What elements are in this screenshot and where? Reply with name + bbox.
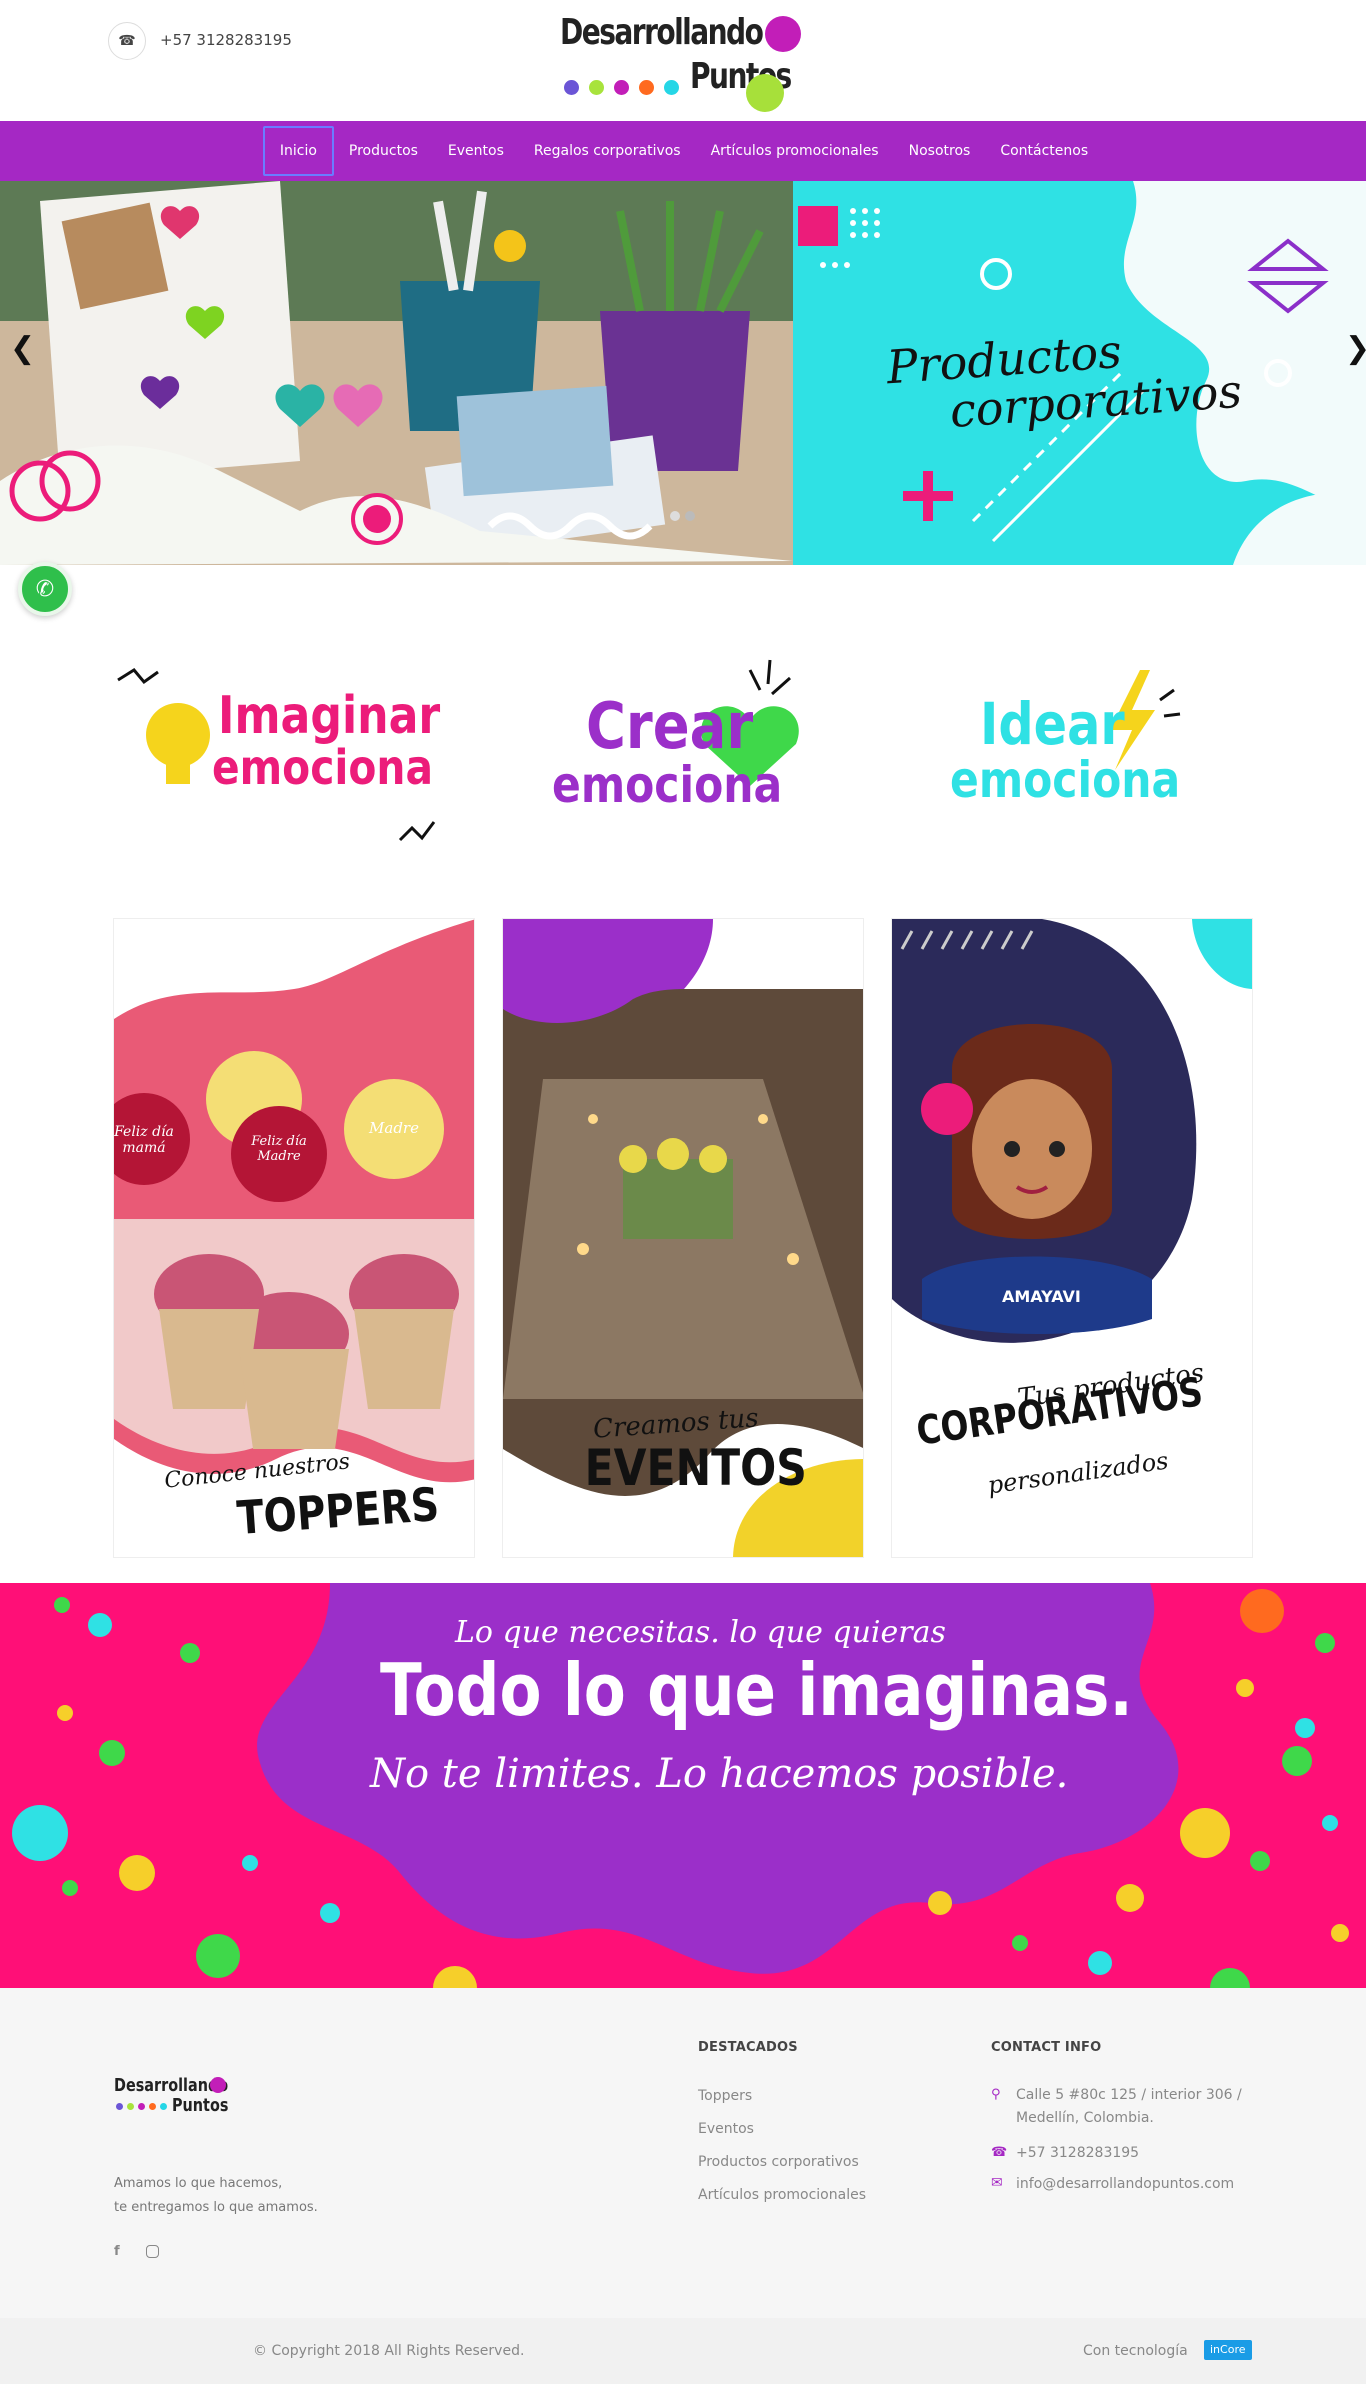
- phone-icon[interactable]: ☎: [108, 22, 146, 60]
- footer-phone[interactable]: +57 3128283195: [1016, 2145, 1139, 2161]
- footer-link-toppers[interactable]: Toppers: [698, 2088, 752, 2104]
- whatsapp-icon[interactable]: ✆: [18, 562, 72, 616]
- card-eventos-big: EVENTOS: [584, 1439, 807, 1497]
- nav-nosotros[interactable]: Nosotros: [894, 126, 986, 176]
- card-toppers[interactable]: Feliz día mamá Feliz día Madre Madre Con…: [113, 918, 475, 1558]
- nav-inicio[interactable]: Inicio: [262, 126, 334, 176]
- logo[interactable]: Desarrollando Puntos: [560, 12, 810, 112]
- main-nav: Inicio Productos Eventos Regalos corpora…: [0, 121, 1366, 181]
- copyright-bar: © Copyright 2018 All Rights Reserved. Co…: [0, 2318, 1366, 2384]
- topper3-text: Madre: [369, 1119, 419, 1137]
- footer-email[interactable]: info@desarrollandopuntos.com: [1016, 2176, 1234, 2192]
- mail-icon: ✉: [991, 2175, 1003, 2191]
- hero-title: Productos corporativos: [885, 319, 1244, 439]
- footer-tagline2: te entregamos lo que amamos.: [114, 2200, 318, 2215]
- footer-link-productos[interactable]: Productos corporativos: [698, 2154, 859, 2170]
- topper2-text: Feliz día Madre: [251, 1134, 307, 1164]
- slider-prev-icon[interactable]: ❮: [10, 331, 35, 366]
- topper1-text: Feliz día mamá: [114, 1124, 174, 1156]
- footer: Desarrollando Puntos Amamos lo que hacem…: [0, 1988, 1366, 2318]
- phone-icon: ☎: [991, 2145, 1008, 2160]
- header-phone[interactable]: +57 3128283195: [160, 31, 292, 49]
- banner-line1: Lo que necesitas. lo que quieras: [455, 1615, 946, 1650]
- emotion-imaginar: Imaginar emociona: [110, 640, 480, 860]
- incore-badge[interactable]: inCore: [1204, 2340, 1252, 2360]
- hero-slider: Productos corporativos ❮ ❯: [0, 181, 1366, 565]
- emotion-crear-sub: emociona: [552, 756, 783, 814]
- emotion-idear-word: Idear: [980, 690, 1125, 758]
- logo-dot-green: [746, 74, 784, 112]
- banner-line2: Todo lo que imaginas.: [380, 1648, 1133, 1732]
- hero-photo-illustration: [0, 181, 793, 565]
- banner-line3: No te limites. Lo hacemos posible.: [370, 1751, 1069, 1797]
- footer-address1: Calle 5 #80c 125 / interior 306 /: [1016, 2087, 1242, 2103]
- nav-regalos[interactable]: Regalos corporativos: [519, 126, 696, 176]
- copyright-text: © Copyright 2018 All Rights Reserved.: [253, 2343, 525, 2359]
- nav-contactenos[interactable]: Contáctenos: [985, 126, 1103, 176]
- logo-line1: Desarrollando: [560, 12, 764, 53]
- card-notebook-text: AMAYAVI: [1002, 1287, 1081, 1306]
- footer-logo-dots: [116, 2103, 167, 2110]
- nav-productos[interactable]: Productos: [334, 126, 433, 176]
- nav-articulos[interactable]: Artículos promocionales: [696, 126, 894, 176]
- hero-photo: [0, 181, 793, 565]
- logo-dots: [564, 80, 679, 95]
- footer-address2: Medellín, Colombia.: [1016, 2110, 1154, 2126]
- header: ☎ +57 3128283195 Desarrollando Puntos: [0, 0, 1366, 121]
- emotion-imaginar-sub: emociona: [212, 740, 433, 796]
- instagram-icon[interactable]: [146, 2245, 159, 2258]
- footer-link-articulos[interactable]: Artículos promocionales: [698, 2187, 866, 2203]
- hero-corporate-panel: Productos corporativos: [793, 181, 1366, 565]
- facebook-icon[interactable]: f: [114, 2244, 120, 2259]
- nav-eventos[interactable]: Eventos: [433, 126, 519, 176]
- map-pin-icon: ⚲: [991, 2087, 1001, 2102]
- card-corporativos[interactable]: AMAYAVI Tus productos CORPORATIVOS perso…: [891, 918, 1253, 1558]
- footer-link-eventos[interactable]: Eventos: [698, 2121, 754, 2137]
- powered-text: Con tecnología: [1083, 2343, 1188, 2359]
- card-eventos[interactable]: Creamos tus EVENTOS: [502, 918, 864, 1558]
- emotion-crear: Crear emociona: [540, 640, 880, 860]
- emotion-idear: Idear emociona: [940, 640, 1240, 860]
- slider-next-icon[interactable]: ❯: [1345, 331, 1366, 366]
- emotion-idear-sub: emociona: [950, 751, 1181, 809]
- footer-logo[interactable]: Desarrollando Puntos: [114, 2075, 244, 2135]
- emotion-imaginar-word: Imaginar: [218, 686, 441, 746]
- emotion-crear-word: Crear: [586, 690, 754, 764]
- footer-logo-line2: Puntos: [172, 2095, 229, 2116]
- footer-tagline1: Amamos lo que hacemos,: [114, 2176, 283, 2191]
- footer-logo-dot: [210, 2077, 226, 2093]
- promo-banner: Lo que necesitas. lo que quieras Todo lo…: [0, 1583, 1366, 1988]
- contact-title: CONTACT INFO: [991, 2040, 1102, 2055]
- destacados-title: DESTACADOS: [698, 2040, 798, 2055]
- logo-dot-magenta: [765, 16, 801, 52]
